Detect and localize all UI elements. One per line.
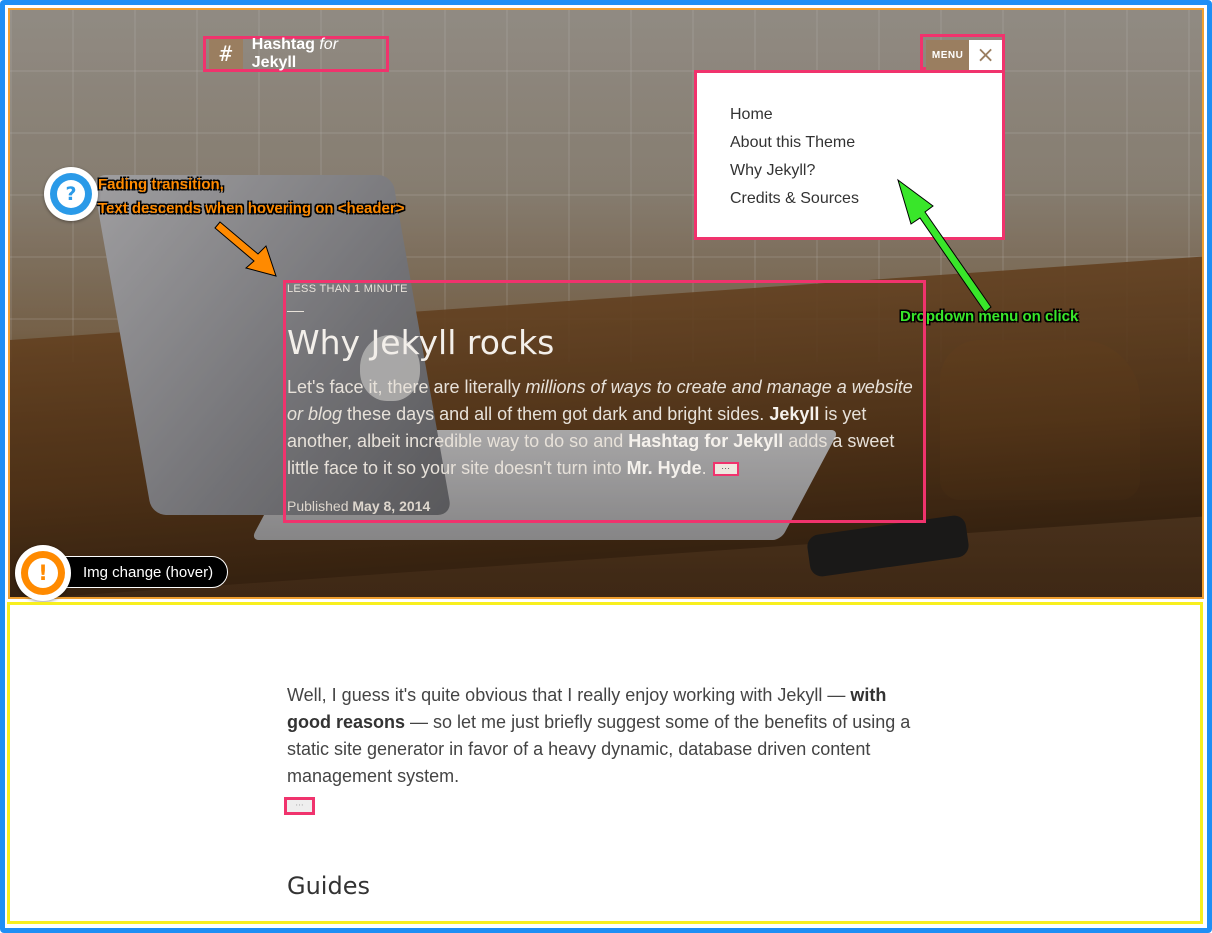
published-date: Published May 8, 2014 <box>287 498 431 514</box>
reading-time: LESS THAN 1 MINUTE <box>287 283 408 295</box>
annotation-dropdown: Dropdown menu on click <box>900 308 1079 325</box>
exclamation-icon: ! <box>15 545 71 601</box>
guides-heading: Guides <box>287 872 370 900</box>
annotation-fading-line2: Text descends when hovering on <header> <box>98 200 405 217</box>
post-excerpt: Let's face it, there are literally milli… <box>287 377 913 478</box>
content-paragraph: Well, I guess it's quite obvious that I … <box>287 685 911 786</box>
orange-arrow <box>214 221 277 277</box>
content-more-button[interactable]: ··· <box>284 797 315 815</box>
reading-time-divider <box>287 311 304 312</box>
annotation-fading-line1: Fading transition, <box>98 176 224 193</box>
question-icon: ? <box>44 167 98 221</box>
read-more-button[interactable]: ··· <box>712 462 739 477</box>
post-title[interactable]: Why Jekyll rocks <box>287 323 554 362</box>
